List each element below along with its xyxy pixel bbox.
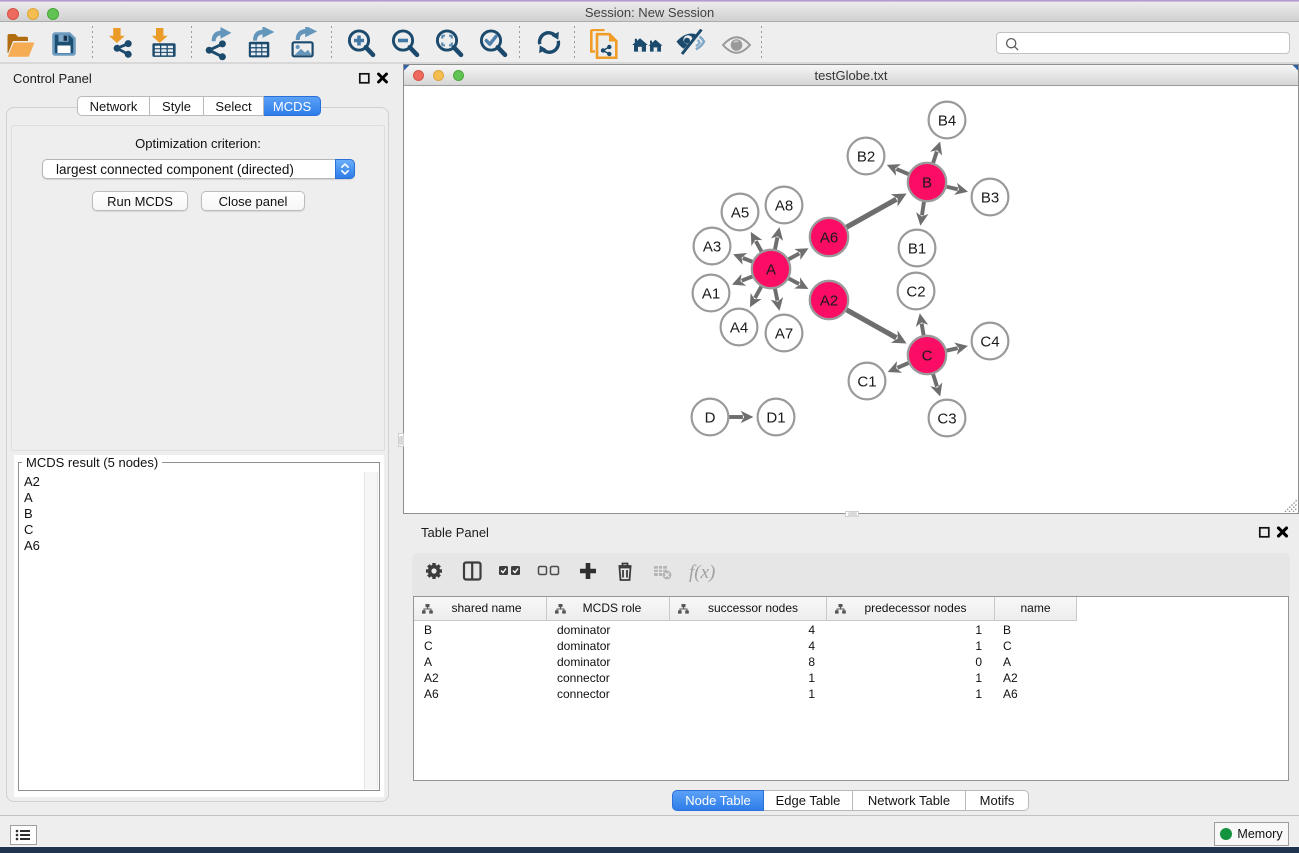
svg-text:C4: C4 [980, 334, 999, 351]
svg-text:B: B [922, 175, 932, 192]
svg-text:A3: A3 [703, 239, 721, 256]
svg-text:A7: A7 [775, 326, 793, 343]
svg-text:C1: C1 [857, 374, 876, 391]
svg-text:f(x): f(x) [689, 562, 715, 583]
svg-text:C2: C2 [906, 284, 925, 301]
svg-text:A8: A8 [775, 198, 793, 215]
svg-text:C: C [922, 348, 933, 365]
svg-text:A1: A1 [702, 286, 720, 303]
svg-text:A6: A6 [820, 230, 838, 247]
svg-text:B1: B1 [908, 241, 926, 258]
svg-text:A5: A5 [731, 205, 749, 222]
svg-text:B3: B3 [981, 190, 999, 207]
svg-text:D: D [705, 410, 716, 427]
svg-text:A2: A2 [820, 293, 838, 310]
svg-text:A4: A4 [730, 320, 748, 337]
svg-text:D1: D1 [766, 410, 785, 427]
svg-text:A: A [766, 262, 776, 279]
svg-text:B4: B4 [938, 113, 956, 130]
svg-text:B2: B2 [857, 149, 875, 166]
svg-text:C3: C3 [937, 411, 956, 428]
